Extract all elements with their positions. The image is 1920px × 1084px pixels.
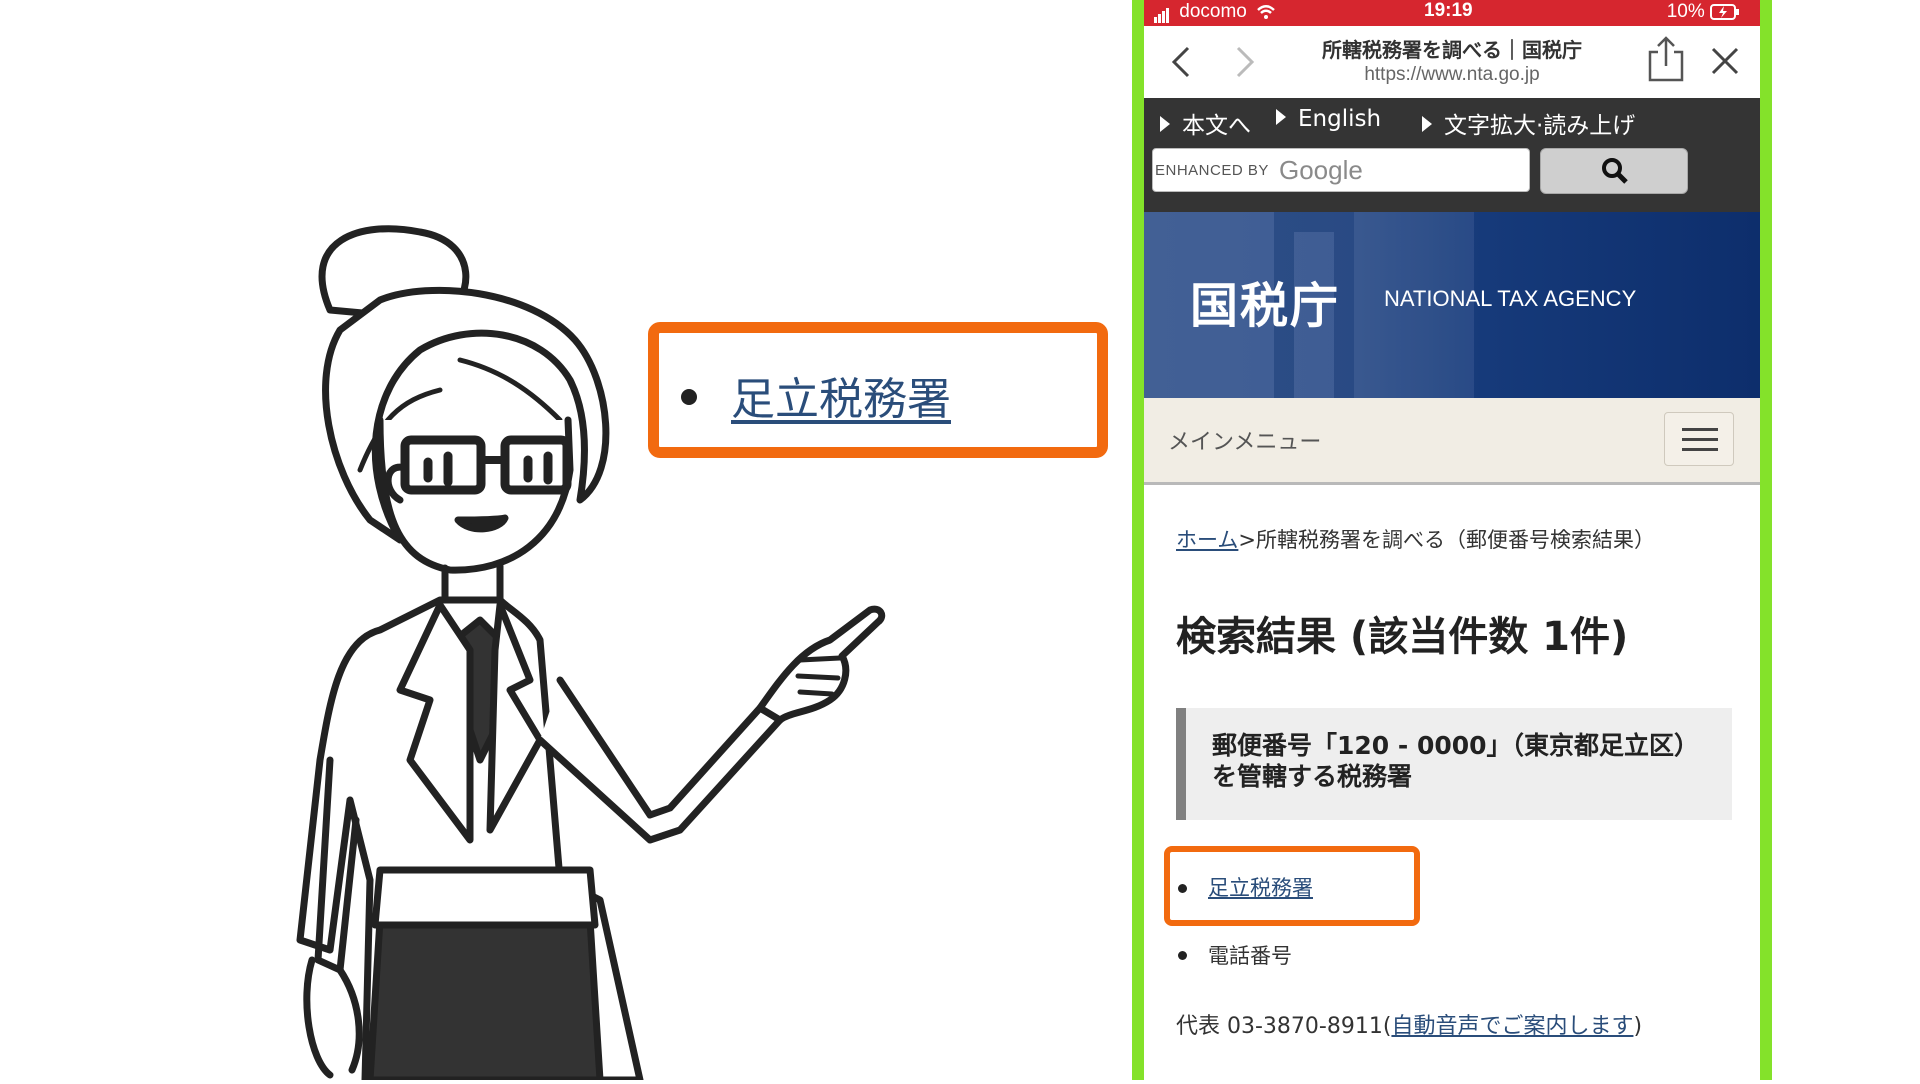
result-summary-box: 郵便番号「120 - 0000」（東京都足立区） を管轄する税務署 — [1176, 708, 1732, 820]
link-skip-to-content[interactable]: 本文へ — [1160, 106, 1251, 140]
signal-icon — [1154, 1, 1170, 23]
page-url[interactable]: https://www.nta.go.jp — [1274, 64, 1630, 86]
presenter-illustration: 足立税務署 — [0, 0, 1130, 1084]
search-input[interactable]: ENHANCED BY Google — [1152, 148, 1530, 192]
bullet-dot — [1178, 951, 1187, 960]
main-menu-bar: メインメニュー — [1144, 398, 1760, 485]
triangle-right-icon — [1276, 108, 1286, 125]
phone-frame: docomo 19:19 10% 所轄税務署を調べる｜国税庁 https://w… — [1132, 0, 1772, 1080]
site-logo-english: NATIONAL TAX AGENCY — [1384, 286, 1637, 311]
back-icon[interactable] — [1164, 42, 1200, 82]
page-title: 所轄税務署を調べる｜国税庁 — [1322, 38, 1582, 62]
battery-percent: 10% — [1666, 1, 1705, 22]
status-time: 19:19 — [1424, 0, 1473, 21]
presenter-woman-drawing — [296, 225, 886, 1084]
google-logo: Google — [1279, 155, 1363, 185]
share-icon[interactable] — [1646, 36, 1686, 82]
breadcrumb: ホーム>所轄税務署を調べる（郵便番号検索結果） — [1176, 524, 1655, 554]
carrier-name: docomo — [1179, 1, 1247, 22]
link-english[interactable]: English — [1276, 106, 1381, 132]
triangle-right-icon — [1160, 115, 1170, 132]
result-heading: 検索結果 (該当件数 1件) — [1176, 614, 1629, 660]
site-header-bar: 本文へ English 文字拡大·読み上げ ENHANCED BY Google — [1144, 98, 1760, 212]
result-box-line1: 郵便番号「120 - 0000」（東京都足立区） — [1212, 731, 1700, 760]
phone-screen: docomo 19:19 10% 所轄税務署を調べる｜国税庁 https://w… — [1144, 0, 1760, 1080]
site-logo: 国税庁 — [1190, 278, 1341, 334]
triangle-right-icon — [1422, 115, 1432, 132]
phone-number: 代表 03-3870-8911( — [1176, 1014, 1392, 1039]
breadcrumb-current: >所轄税務署を調べる（郵便番号検索結果） — [1238, 528, 1655, 552]
wifi-icon — [1257, 5, 1276, 19]
search-button[interactable] — [1540, 148, 1688, 194]
site-banner[interactable]: 国税庁 NATIONAL TAX AGENCY — [1144, 212, 1760, 398]
browser-navbar: 所轄税務署を調べる｜国税庁 https://www.nta.go.jp — [1144, 26, 1760, 98]
close-icon[interactable] — [1710, 46, 1740, 76]
status-bar: docomo 19:19 10% — [1144, 0, 1760, 26]
battery-icon — [1710, 3, 1739, 20]
carrier-area: docomo — [1154, 1, 1276, 23]
link-text-size-read-aloud[interactable]: 文字拡大·読み上げ — [1422, 106, 1635, 140]
result-box-line2: を管轄する税務署 — [1212, 762, 1413, 791]
bullet-dot — [681, 389, 697, 405]
tax-office-link[interactable]: 足立税務署 — [1208, 872, 1313, 902]
enhanced-by-label: ENHANCED BY — [1155, 162, 1269, 179]
hamburger-icon[interactable] — [1664, 412, 1734, 466]
phone-number-line: 代表 03-3870-8911(自動音声でご案内します) — [1176, 1014, 1643, 1039]
zoomed-office-link-callout: 足立税務署 — [648, 322, 1108, 458]
automated-guidance-link[interactable]: 自動音声でご案内します — [1391, 1014, 1633, 1039]
main-menu-label: メインメニュー — [1168, 430, 1322, 455]
battery-area: 10% — [1667, 1, 1740, 23]
search-icon — [1602, 158, 1628, 184]
breadcrumb-home-link[interactable]: ホーム — [1176, 528, 1238, 552]
bullet-dot — [1178, 884, 1187, 893]
zoomed-office-link[interactable]: 足立税務署 — [731, 363, 951, 427]
forward-icon[interactable] — [1226, 42, 1262, 82]
phone-number-label: 電話番号 — [1208, 944, 1292, 968]
